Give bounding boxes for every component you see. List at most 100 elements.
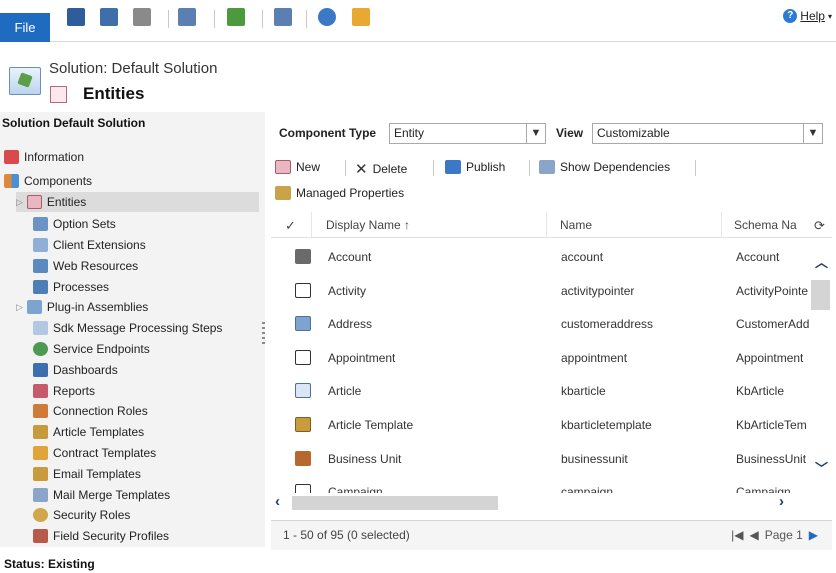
client-extensions-icon [33,238,48,252]
nav-item-security-roles[interactable]: Security Roles [33,505,130,525]
refresh-grid-icon[interactable]: ⟳ [814,218,825,234]
table-row[interactable]: Address customeraddress CustomerAdd [271,308,811,341]
pager: |◀ ◀ Page 1 ▶ [731,528,818,542]
table-row[interactable]: Business Unit businessunit BusinessUnit [271,443,811,476]
tools-dropdown-icon[interactable] [352,8,370,26]
horizontal-scrollbar[interactable]: ‹ › [271,493,811,513]
cell-name: businessunit [561,452,628,466]
nav-item-label: Information [24,150,85,164]
table-row[interactable]: Account account Account [271,241,811,274]
nav-item-sdk-message-processing-steps[interactable]: Sdk Message Processing Steps [33,318,222,338]
table-row[interactable]: Activity activitypointer ActivityPointe [271,275,811,308]
publish-button[interactable]: Publish [445,160,505,174]
scroll-down-icon[interactable]: ﹀ [815,458,828,477]
vertical-scroll-thumb[interactable] [811,280,830,310]
show-dependencies-button[interactable]: Show Dependencies [539,160,670,174]
nav-item-client-extensions[interactable]: Client Extensions [33,235,146,255]
nav-item-contract-templates[interactable]: Contract Templates [33,443,156,463]
nav-item-email-templates[interactable]: Email Templates [33,464,141,484]
scroll-up-icon[interactable]: ︿ [815,252,828,271]
toolbar-separator [214,10,215,28]
nav-item-service-endpoints[interactable]: Service Endpoints [33,339,150,359]
column-divider[interactable] [721,212,722,238]
new-button[interactable]: New [275,160,320,174]
scroll-left-icon[interactable]: ‹ [275,493,280,510]
publish-icon [445,160,461,174]
nav-item-label: Entities [46,195,87,209]
page-indicator: Page 1 [764,528,803,542]
cell-name: customeraddress [561,317,654,331]
nav-item-entities[interactable]: ▷ Entities [16,192,259,212]
column-divider[interactable] [546,212,547,238]
table-row[interactable]: Appointment appointment Appointment [271,342,811,375]
horizontal-scroll-thumb[interactable] [292,496,498,510]
file-button[interactable]: File [0,13,50,42]
managed-properties-icon [275,186,291,200]
managed-properties-button[interactable]: Managed Properties [275,186,404,200]
column-header-schema-name[interactable]: Schema Na [734,218,797,232]
security-roles-icon [33,508,48,522]
managed-properties-label: Managed Properties [296,186,405,200]
sdk-steps-icon [33,321,48,335]
delete-button[interactable]: ✕ Delete [355,160,407,178]
previous-page-icon[interactable]: ◀ [749,528,758,542]
nav-item-web-resources[interactable]: Web Resources [33,256,138,276]
cell-schema-name: Account [736,250,780,264]
next-page-icon[interactable]: ▶ [809,528,818,542]
toolbar-separator [262,10,263,28]
delete-icon: ✕ [355,161,368,178]
nav-item-plugin-assemblies[interactable]: ▷ Plug-in Assemblies [16,297,148,317]
column-header-name[interactable]: Name [560,218,592,232]
cell-schema-name: Appointment [736,351,804,365]
cell-display-name: Article Template [328,418,414,432]
save-icon[interactable] [67,8,85,26]
nav-item-connection-roles[interactable]: Connection Roles [33,401,148,421]
panel-splitter-handle[interactable] [262,322,265,344]
copy-link-icon[interactable] [178,8,196,26]
nav-item-label: Security Roles [53,508,131,522]
nav-item-field-security-profiles[interactable]: Field Security Profiles [33,526,169,546]
help-icon: ? [783,9,798,23]
cell-display-name: Address [328,317,373,331]
first-page-icon[interactable]: |◀ [731,528,743,542]
solution-icon [9,67,41,95]
appointment-icon [295,350,311,365]
grid-footer: 1 - 50 of 95 (0 selected) |◀ ◀ Page 1 ▶ [271,520,832,550]
table-row[interactable]: Article Template kbarticletemplate KbArt… [271,409,811,442]
nav-item-reports[interactable]: Reports [33,381,95,401]
table-row[interactable]: Campaign campaign Campaign [271,476,811,493]
table-row[interactable]: Article kbarticle KbArticle [271,375,811,408]
cell-display-name: Article [328,384,362,398]
nav-item-option-sets[interactable]: Option Sets [33,214,116,234]
vertical-scrollbar[interactable]: ︿ ﹀ [811,238,830,493]
address-icon [295,316,311,331]
save-close-icon[interactable] [100,8,118,26]
nav-item-mail-merge-templates[interactable]: Mail Merge Templates [33,485,170,505]
nav-item-label: Components [24,174,93,188]
scroll-right-icon[interactable]: › [779,493,784,510]
activity-icon [295,283,311,298]
cell-name: campaign [561,485,614,493]
select-all-checkmark-icon[interactable]: ✓ [285,218,296,234]
nav-item-components[interactable]: Components [4,171,92,191]
component-type-select[interactable]: Entity ▼ [389,123,546,144]
nav-item-article-templates[interactable]: Article Templates [33,422,144,442]
export-icon[interactable] [227,8,245,26]
action-separator [345,160,346,176]
column-header-display-name[interactable]: Display Name ↑ [326,218,410,232]
nav-item-dashboards[interactable]: Dashboards [33,360,118,380]
nav-item-information[interactable]: Information [4,147,84,167]
help-menu[interactable]: ? Help ▾ [783,9,832,23]
view-select[interactable]: Customizable ▼ [592,123,823,144]
expand-arrow-icon[interactable]: ▷ [16,302,23,313]
service-endpoints-icon [33,342,48,356]
web-resources-icon [33,259,48,273]
print-icon[interactable] [133,8,151,26]
nav-item-processes[interactable]: Processes [33,277,109,297]
import-icon[interactable] [274,8,292,26]
account-icon [295,249,311,264]
cell-schema-name: ActivityPointe [736,284,809,298]
new-entity-icon [275,160,291,174]
refresh-icon[interactable] [318,8,336,26]
expand-arrow-icon[interactable]: ▷ [16,197,23,208]
